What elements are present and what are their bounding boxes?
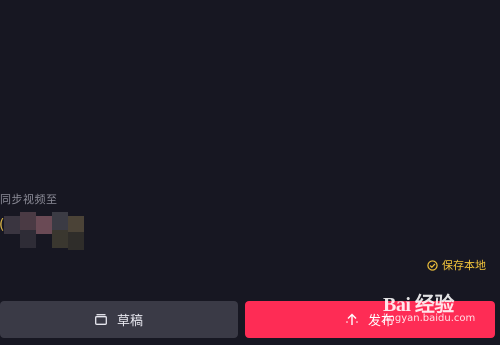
blurred-avatar — [20, 212, 36, 230]
draft-button[interactable]: 草稿 — [0, 301, 238, 338]
publish-button[interactable]: 发布 — [245, 301, 495, 338]
blurred-avatar — [36, 216, 52, 234]
sync-to-label: 同步视频至 — [0, 193, 58, 206]
blurred-avatar — [52, 212, 68, 230]
blurred-avatar — [4, 216, 20, 234]
save-local-label: 保存本地 — [442, 259, 486, 272]
bottom-action-bar: 草稿 发布 — [0, 300, 500, 345]
upload-arrow-icon — [346, 313, 358, 326]
draft-label: 草稿 — [116, 314, 143, 329]
blurred-avatar — [20, 230, 36, 248]
blurred-avatar — [68, 232, 84, 250]
sync-accounts-row: ( — [0, 212, 100, 252]
blurred-avatar — [52, 230, 68, 248]
draft-box-icon — [95, 314, 107, 325]
save-local-toggle[interactable]: 保存本地 — [427, 257, 486, 273]
check-circle-icon — [427, 259, 438, 271]
publish-label: 发布 — [367, 314, 394, 329]
